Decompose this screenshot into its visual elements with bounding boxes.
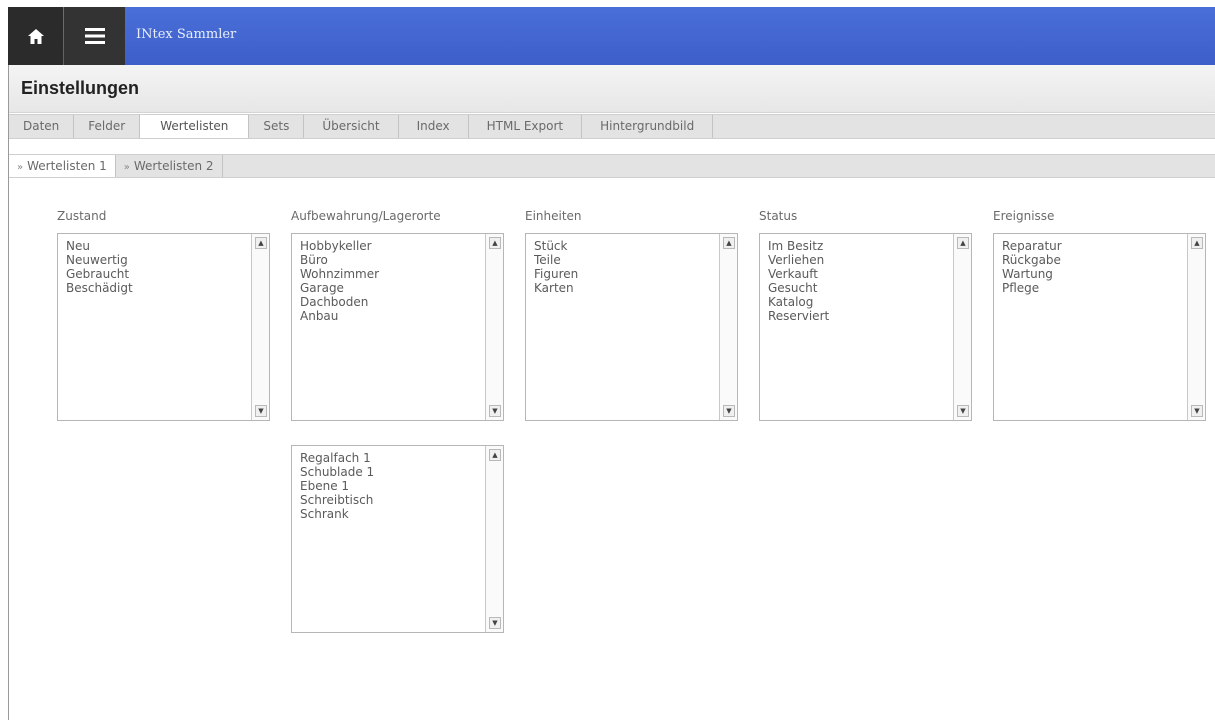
tab-daten[interactable]: Daten xyxy=(9,115,75,138)
subtab-label: Wertelisten 1 xyxy=(27,159,107,173)
list-label: Status xyxy=(759,209,798,223)
scrollbar[interactable]: ▲ ▼ xyxy=(719,234,737,420)
listbox-zustand[interactable]: Neu Neuwertig Gebraucht Beschädigt ▲ ▼ xyxy=(57,233,270,421)
scrollbar[interactable]: ▲ ▼ xyxy=(1187,234,1205,420)
list-items: Hobbykeller Büro Wohnzimmer Garage Dachboden… xyxy=(300,239,479,323)
subtab-label: Wertelisten 2 xyxy=(133,159,214,173)
list-item[interactable]: Figuren xyxy=(534,267,713,281)
list-item[interactable]: Wartung xyxy=(1002,267,1181,281)
list-item[interactable]: Büro xyxy=(300,253,479,267)
home-icon xyxy=(27,28,44,44)
list-item[interactable]: Verliehen xyxy=(768,253,947,267)
page-header: Einstellungen xyxy=(9,65,1215,113)
tab-uebersicht[interactable]: Übersicht xyxy=(304,115,399,138)
list-label: Einheiten xyxy=(525,209,582,223)
scrollbar[interactable]: ▲ ▼ xyxy=(953,234,971,420)
tab-felder[interactable]: Felder xyxy=(74,115,141,138)
list-item[interactable]: Reparatur xyxy=(1002,239,1181,253)
triangle-down-icon[interactable]: ▼ xyxy=(957,405,969,417)
list-block-zustand: Zustand Neu Neuwertig Gebraucht Beschädigt … xyxy=(57,209,270,421)
double-chevron-icon: » xyxy=(17,162,24,173)
list-item[interactable]: Anbau xyxy=(300,309,479,323)
subtab-wertelisten-1[interactable]: » Wertelisten 1 xyxy=(9,155,116,177)
listbox-ereignisse[interactable]: Reparatur Rückgabe Wartung Pflege ▲ ▼ xyxy=(993,233,1206,421)
list-block-aufbewahrung: Aufbewahrung/Lagerorte Hobbykeller Büro Wo… xyxy=(291,209,504,421)
list-item[interactable]: Im Besitz xyxy=(768,239,947,253)
list-block-status: Status Im Besitz Verliehen Verkauft Gesucht… xyxy=(759,209,972,421)
wertelisten-subtabs: » Wertelisten 1 » Wertelisten 2 xyxy=(9,154,1215,178)
triangle-down-icon[interactable]: ▼ xyxy=(1191,405,1203,417)
list-items: Reparatur Rückgabe Wartung Pflege xyxy=(1002,239,1181,295)
list-item[interactable]: Rückgabe xyxy=(1002,253,1181,267)
list-label: Ereignisse xyxy=(993,209,1055,223)
list-item[interactable]: Regalfach 1 xyxy=(300,451,479,465)
home-button[interactable] xyxy=(8,7,63,65)
list-item[interactable]: Gebraucht xyxy=(66,267,245,281)
list-block-lagerorte-detail: Regalfach 1 Schublade 1 Ebene 1 Schreibtisc… xyxy=(291,445,504,633)
triangle-up-icon[interactable]: ▲ xyxy=(489,237,501,249)
list-item[interactable]: Hobbykeller xyxy=(300,239,479,253)
settings-tabs: Daten Felder Wertelisten Sets Übersicht … xyxy=(9,114,1215,139)
triangle-up-icon[interactable]: ▲ xyxy=(1191,237,1203,249)
list-item[interactable]: Katalog xyxy=(768,295,947,309)
triangle-down-icon[interactable]: ▼ xyxy=(489,405,501,417)
list-item[interactable]: Teile xyxy=(534,253,713,267)
list-item[interactable]: Wohnzimmer xyxy=(300,267,479,281)
tab-hintergrundbild[interactable]: Hintergrundbild xyxy=(582,115,714,138)
list-item[interactable]: Reserviert xyxy=(768,309,947,323)
list-item[interactable]: Stück xyxy=(534,239,713,253)
tab-html-export[interactable]: HTML Export xyxy=(469,115,583,138)
triangle-down-icon[interactable]: ▼ xyxy=(255,405,267,417)
list-item[interactable]: Gesucht xyxy=(768,281,947,295)
list-label: Zustand xyxy=(57,209,107,223)
tab-index[interactable]: Index xyxy=(399,115,469,138)
app-title: INtex Sammler xyxy=(136,27,237,42)
list-item[interactable]: Ebene 1 xyxy=(300,479,479,493)
listbox-einheiten[interactable]: Stück Teile Figuren Karten ▲ ▼ xyxy=(525,233,738,421)
list-block-ereignisse: Ereignisse Reparatur Rückgabe Wartung Pfleg… xyxy=(993,209,1206,421)
list-item[interactable]: Neuwertig xyxy=(66,253,245,267)
list-items: Stück Teile Figuren Karten xyxy=(534,239,713,295)
menu-button[interactable] xyxy=(64,7,125,65)
listbox-status[interactable]: Im Besitz Verliehen Verkauft Gesucht Katalog… xyxy=(759,233,972,421)
list-label: Aufbewahrung/Lagerorte xyxy=(291,209,441,223)
list-items: Neu Neuwertig Gebraucht Beschädigt xyxy=(66,239,245,295)
listbox-aufbewahrung[interactable]: Hobbykeller Büro Wohnzimmer Garage Dachboden… xyxy=(291,233,504,421)
app-top-bar: INtex Sammler xyxy=(8,7,1215,65)
tab-sets[interactable]: Sets xyxy=(249,115,305,138)
triangle-down-icon[interactable]: ▼ xyxy=(489,617,501,629)
list-item[interactable]: Karten xyxy=(534,281,713,295)
list-block-einheiten: Einheiten Stück Teile Figuren Karten ▲ ▼ xyxy=(525,209,738,421)
list-item[interactable]: Verkauft xyxy=(768,267,947,281)
list-item[interactable]: Dachboden xyxy=(300,295,479,309)
list-item[interactable]: Schrank xyxy=(300,507,479,521)
list-items: Im Besitz Verliehen Verkauft Gesucht Katalog… xyxy=(768,239,947,323)
page-title: Einstellungen xyxy=(21,78,140,98)
subtab-wertelisten-2[interactable]: » Wertelisten 2 xyxy=(116,155,223,177)
tab-wertelisten[interactable]: Wertelisten xyxy=(140,115,250,138)
list-item[interactable]: Schublade 1 xyxy=(300,465,479,479)
list-item[interactable]: Schreibtisch xyxy=(300,493,479,507)
double-chevron-icon: » xyxy=(123,162,130,173)
list-item[interactable]: Neu xyxy=(66,239,245,253)
triangle-up-icon[interactable]: ▲ xyxy=(255,237,267,249)
list-items: Regalfach 1 Schublade 1 Ebene 1 Schreibtisc… xyxy=(300,451,479,521)
triangle-up-icon[interactable]: ▲ xyxy=(489,449,501,461)
scrollbar[interactable]: ▲ ▼ xyxy=(251,234,269,420)
scrollbar[interactable]: ▲ ▼ xyxy=(485,234,503,420)
list-item[interactable]: Beschädigt xyxy=(66,281,245,295)
triangle-up-icon[interactable]: ▲ xyxy=(957,237,969,249)
hamburger-menu-icon xyxy=(84,28,105,44)
list-item[interactable]: Garage xyxy=(300,281,479,295)
listbox-lagerorte-detail[interactable]: Regalfach 1 Schublade 1 Ebene 1 Schreibtisc… xyxy=(291,445,504,633)
scrollbar[interactable]: ▲ ▼ xyxy=(485,446,503,632)
list-item[interactable]: Pflege xyxy=(1002,281,1181,295)
triangle-down-icon[interactable]: ▼ xyxy=(723,405,735,417)
triangle-up-icon[interactable]: ▲ xyxy=(723,237,735,249)
